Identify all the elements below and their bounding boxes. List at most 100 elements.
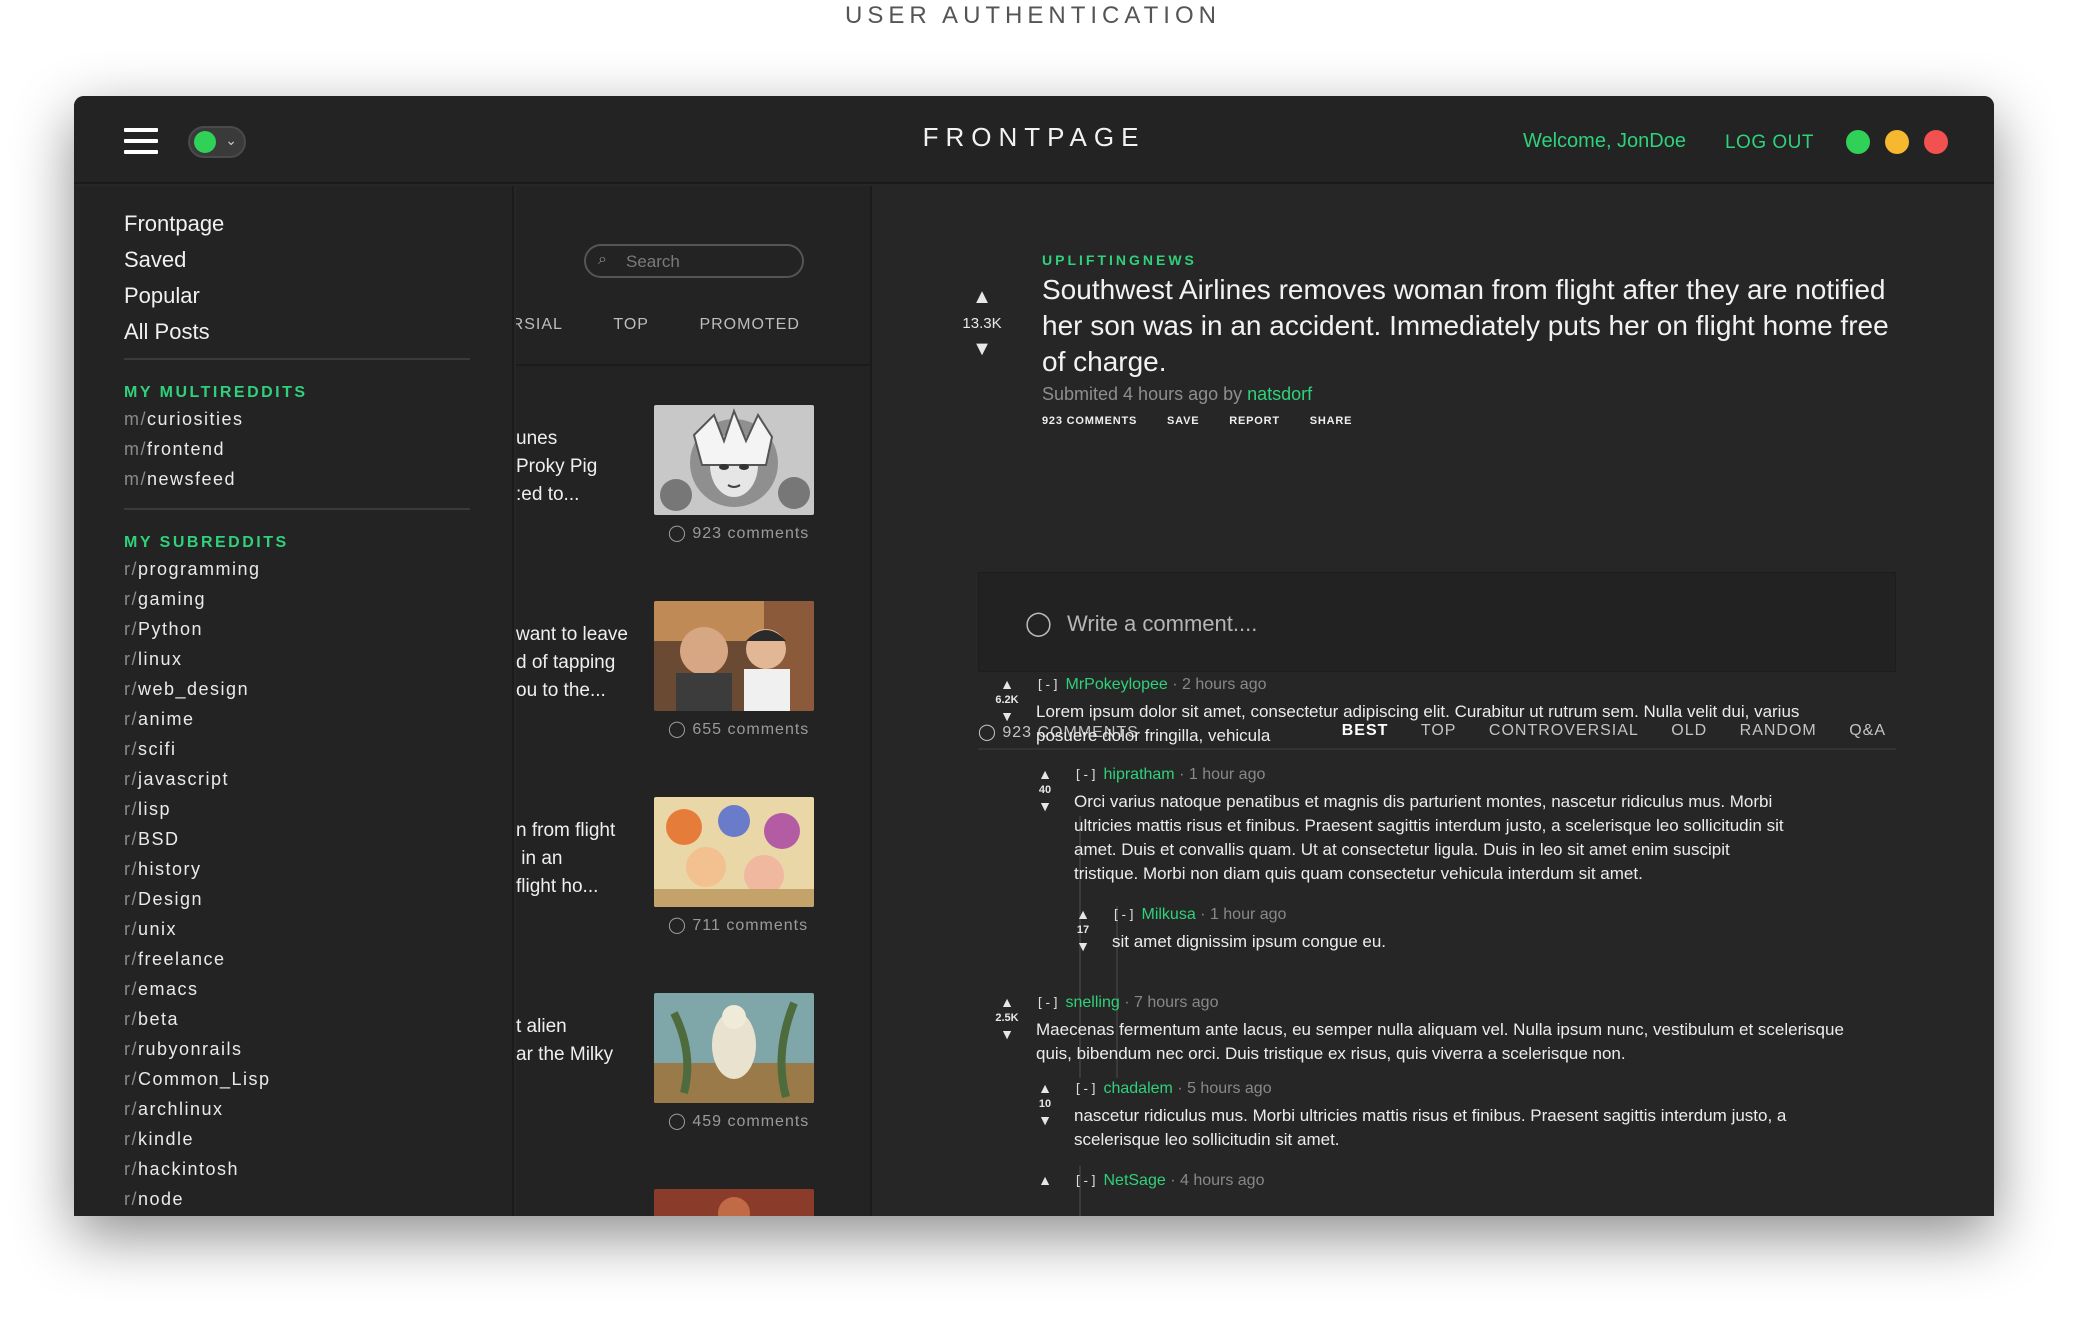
list-item[interactable] <box>516 1189 870 1216</box>
subreddit-rubyonrails[interactable]: r/rubyonrails <box>124 1034 271 1064</box>
comment-author[interactable]: Milkusa <box>1141 906 1195 923</box>
nav-all-posts[interactable]: All Posts <box>124 314 224 350</box>
post-author[interactable]: natsdorf <box>1247 384 1312 404</box>
downvote-icon[interactable]: ▼ <box>1028 1112 1062 1128</box>
downvote-icon[interactable]: ▼ <box>1066 938 1100 954</box>
collapse-toggle[interactable]: [-] <box>1112 908 1135 923</box>
downvote-icon[interactable]: ▼ <box>962 338 1002 361</box>
post-title[interactable]: Southwest Airlines removes woman from fl… <box>1042 272 1902 380</box>
list-item[interactable]: t alien ar the Milky ◯ 459 comments <box>516 993 870 1183</box>
collapse-toggle[interactable]: [-] <box>1036 996 1059 1011</box>
downvote-icon[interactable]: ▼ <box>990 708 1024 724</box>
sidebar-item-label: Design <box>138 889 204 909</box>
subreddit-archlinux[interactable]: r/archlinux <box>124 1094 271 1124</box>
prefix: r/ <box>124 1009 138 1029</box>
subreddit-freelance[interactable]: r/freelance <box>124 944 271 974</box>
comment-input[interactable]: ◯ Write a comment.... <box>978 572 1896 672</box>
subreddit-lisp[interactable]: r/lisp <box>124 794 271 824</box>
search-icon: ⌕ <box>598 251 607 268</box>
subreddit-bsd[interactable]: r/BSD <box>124 824 271 854</box>
upvote-icon[interactable]: ▲ <box>1028 1172 1062 1188</box>
upvote-icon[interactable]: ▲ <box>990 676 1024 692</box>
tab-top[interactable]: TOP <box>613 316 649 334</box>
collapse-toggle[interactable]: [-] <box>1074 768 1097 783</box>
subreddit-web-design[interactable]: r/web_design <box>124 674 271 704</box>
list-item[interactable]: n from flight in an flight ho... ◯ 711 c… <box>516 797 870 987</box>
multireddit-newsfeed[interactable]: m/newsfeed <box>124 464 244 494</box>
upvote-icon[interactable]: ▲ <box>990 994 1024 1010</box>
comment-time: 1 hour ago <box>1188 766 1266 783</box>
save-button[interactable]: SAVE <box>1167 415 1199 427</box>
minimize-button[interactable] <box>1885 130 1909 154</box>
subreddit-javascript[interactable]: r/javascript <box>124 764 271 794</box>
separator: · <box>1119 994 1134 1011</box>
tab-promoted[interactable]: PROMOTED <box>699 316 799 334</box>
separator: · <box>1165 1172 1180 1189</box>
upvote-icon[interactable]: ▲ <box>1028 766 1062 782</box>
subreddit-design[interactable]: r/Design <box>124 884 271 914</box>
tab-controversial[interactable]: ERSIAL <box>516 316 563 334</box>
subreddit-python[interactable]: r/Python <box>124 614 271 644</box>
subreddit-gaming[interactable]: r/gaming <box>124 584 271 614</box>
upvote-icon[interactable]: ▲ <box>962 286 1002 309</box>
list-item[interactable]: unes Proky Pig :ed to... ◯ 923 comments <box>516 405 870 595</box>
subreddit-tag[interactable]: UPLIFTINGNEWS <box>1042 252 1197 268</box>
nav-frontpage[interactable]: Frontpage <box>124 206 224 242</box>
comments-link[interactable]: 923 COMMENTS <box>1042 415 1137 427</box>
comment-icon: ◯ <box>668 917 693 934</box>
subreddit-node[interactable]: r/node <box>124 1184 271 1214</box>
app-title: FRONTPAGE <box>922 122 1146 152</box>
list-item[interactable]: want to leave d of tapping ou to the... … <box>516 601 870 791</box>
comment-author[interactable]: snelling <box>1065 994 1119 1011</box>
downvote-icon[interactable]: ▼ <box>990 1026 1024 1042</box>
sidebar-item-label: freelance <box>138 949 226 969</box>
collapse-toggle[interactable]: [-] <box>1074 1082 1097 1097</box>
share-button[interactable]: SHARE <box>1310 415 1353 427</box>
subreddit-kindle[interactable]: r/kindle <box>124 1124 271 1154</box>
report-button[interactable]: REPORT <box>1229 415 1280 427</box>
comment-vote: ▲ 6.2K ▼ <box>990 676 1024 724</box>
subreddit-scifi[interactable]: r/scifi <box>124 734 271 764</box>
comment-author[interactable]: NetSage <box>1103 1172 1165 1189</box>
nav-popular[interactable]: Popular <box>124 278 224 314</box>
multireddit-curiosities[interactable]: m/curiosities <box>124 404 244 434</box>
prefix: r/ <box>124 679 138 699</box>
multireddit-frontend[interactable]: m/frontend <box>124 434 244 464</box>
subreddit-unix[interactable]: r/unix <box>124 914 271 944</box>
subreddit-common-lisp[interactable]: r/Common_Lisp <box>124 1064 271 1094</box>
sidebar-item-label: kindle <box>138 1129 195 1149</box>
prefix: r/ <box>124 1099 138 1119</box>
prefix: r/ <box>124 859 138 879</box>
maximize-button[interactable] <box>1846 130 1870 154</box>
sort-qa[interactable]: Q&A <box>1849 722 1886 739</box>
logout-button[interactable]: LOG OUT <box>1725 132 1814 154</box>
comment-icon: ◯ <box>668 525 693 542</box>
collapse-toggle[interactable]: [-] <box>1074 1174 1097 1189</box>
comment-count-text: 459 comments <box>692 1113 810 1130</box>
comment-vote: ▲ 40 ▼ <box>1028 766 1062 814</box>
page-title: USER AUTHENTICATION <box>845 2 1221 29</box>
post-detail: ▲ 13.3K ▼ UPLIFTINGNEWS Southwest Airlin… <box>874 186 1994 1216</box>
prefix: r/ <box>124 709 138 729</box>
upvote-icon[interactable]: ▲ <box>1028 1080 1062 1096</box>
comment-author[interactable]: chadalem <box>1103 1080 1172 1097</box>
comment-count-text: 923 comments <box>692 525 810 542</box>
close-button[interactable] <box>1924 130 1948 154</box>
subreddit-linux[interactable]: r/linux <box>124 644 271 674</box>
comment-author[interactable]: MrPokeylopee <box>1065 676 1167 693</box>
subreddit-beta[interactable]: r/beta <box>124 1004 271 1034</box>
nav-saved[interactable]: Saved <box>124 242 224 278</box>
subreddit-history[interactable]: r/history <box>124 854 271 884</box>
subreddit-emacs[interactable]: r/emacs <box>124 974 271 1004</box>
post-list-pane: ⌕ Search ERSIAL TOP PROMOTED unes Proky … <box>516 186 872 1216</box>
subreddit-hackintosh[interactable]: r/hackintosh <box>124 1154 271 1184</box>
downvote-icon[interactable]: ▼ <box>1028 798 1062 814</box>
comment-score: 40 <box>1038 784 1052 796</box>
comment-author[interactable]: hipratham <box>1103 766 1174 783</box>
app-window: ⌄ FRONTPAGE Welcome, JonDoe LOG OUT Fron… <box>74 96 1994 1216</box>
search-input[interactable]: ⌕ Search <box>584 244 804 278</box>
subreddit-programming[interactable]: r/programming <box>124 554 271 584</box>
subreddit-anime[interactable]: r/anime <box>124 704 271 734</box>
collapse-toggle[interactable]: [-] <box>1036 678 1059 693</box>
upvote-icon[interactable]: ▲ <box>1066 906 1100 922</box>
